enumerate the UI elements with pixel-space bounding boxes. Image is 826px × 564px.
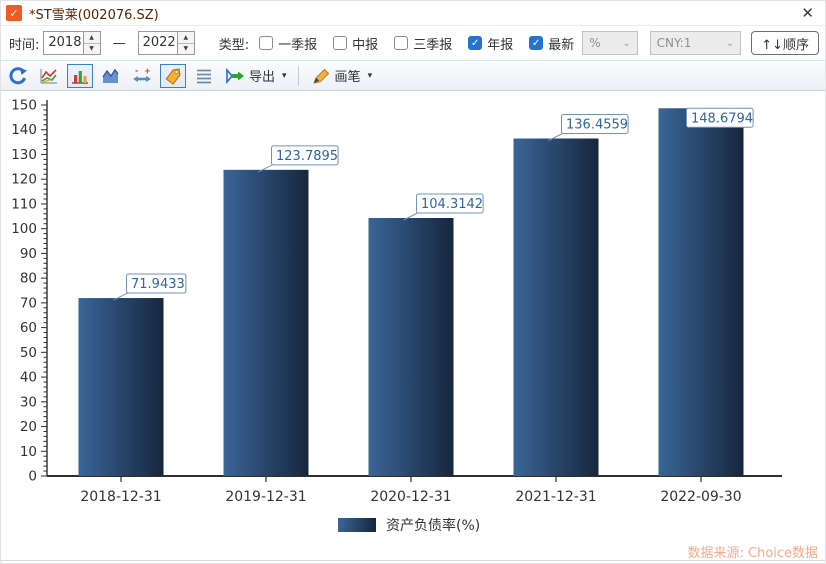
area-chart-icon[interactable]: [98, 64, 124, 88]
checkbox-checked-icon[interactable]: ✓: [529, 36, 544, 50]
value-label: 71.9433: [131, 277, 185, 292]
y-tick-label: 140: [11, 122, 37, 138]
value-label: 148.6794: [691, 111, 753, 126]
y-tick-label: 80: [20, 271, 37, 287]
line-chart-icon[interactable]: [36, 64, 62, 88]
sort-order-button[interactable]: ↑↓顺序: [751, 31, 820, 55]
checkbox-unchecked-icon[interactable]: [259, 36, 274, 50]
checkbox-checked-icon[interactable]: ✓: [468, 36, 483, 50]
chart-toolbar: - + 导出 ▾ 画笔 ▾: [1, 60, 825, 91]
export-label: 导出: [249, 70, 276, 85]
year-to-value: 2022: [142, 35, 176, 50]
year-from-value: 2018: [48, 35, 82, 50]
chevron-down-icon: ⌄: [622, 37, 631, 49]
series-checkbox-checked[interactable]: ✓: [6, 5, 22, 21]
currency-dropdown[interactable]: CNY:1 ⌄: [649, 31, 742, 55]
y-tick-label: 30: [20, 394, 37, 410]
report-type-checkbox-0[interactable]: 一季报: [259, 34, 317, 53]
spin-down-icon[interactable]: ▼: [177, 43, 194, 54]
bar-2020-12-31[interactable]: [368, 217, 454, 476]
y-tick-label: 100: [11, 221, 37, 237]
legend-swatch: [338, 518, 376, 532]
grid-rows-icon[interactable]: [191, 64, 217, 88]
chart-area: 0 10 20 30 40 50 60 70 80 90 100 110 120 130 140 150 201…: [1, 91, 825, 563]
toolbar-separator: [297, 65, 299, 86]
y-tick-label: 120: [11, 172, 37, 188]
brush-button[interactable]: 画笔 ▾: [308, 66, 375, 86]
y-tick-label: 150: [11, 98, 37, 114]
svg-text:-: -: [135, 66, 138, 75]
filter-bar: 时间: 2018 ▲ ▼ — 2022 ▲ ▼ 类型: 一季报 中报 三季报 ✓ 年报 ✓ 最新…: [1, 26, 825, 60]
financial-chart-window: ✓ *ST雪莱(002076.SZ) ✕ 时间: 2018 ▲ ▼ — 2022 …: [0, 0, 826, 564]
y-tick-label: 130: [11, 147, 37, 163]
bar-2021-12-31[interactable]: [513, 138, 599, 476]
spin-down-icon[interactable]: ▼: [83, 43, 100, 54]
scale-range-icon[interactable]: - +: [129, 64, 155, 88]
time-label: 时间:: [9, 37, 40, 53]
brush-pencil-icon: [312, 68, 329, 84]
bar-2019-12-31[interactable]: [223, 169, 309, 476]
range-dash: —: [112, 35, 126, 51]
report-type-checkbox-group: 一季报 中报 三季报 ✓ 年报 ✓ 最新: [259, 34, 574, 53]
report-type-label: 年报: [487, 37, 514, 53]
x-tick-label: 2022-09-30: [660, 489, 741, 505]
currency-dropdown-value: CNY:1: [656, 36, 692, 50]
title-bar: ✓ *ST雪莱(002076.SZ) ✕: [1, 1, 825, 26]
report-type-label: 一季报: [278, 37, 318, 53]
report-type-label: 中报: [352, 37, 379, 53]
legend-label: 资产负债率(%): [386, 517, 480, 534]
report-type-label: 三季报: [413, 37, 453, 53]
report-type-label: 最新: [548, 37, 575, 53]
refresh-icon[interactable]: [5, 64, 31, 88]
export-caret-icon[interactable]: ▾: [282, 71, 287, 81]
checkbox-unchecked-icon[interactable]: [394, 36, 409, 50]
data-label-tag-icon[interactable]: [160, 63, 186, 88]
spinner-arrows[interactable]: ▲ ▼: [82, 32, 100, 54]
report-type-checkbox-2[interactable]: 三季报: [394, 34, 452, 53]
y-tick-label: 50: [20, 345, 37, 361]
value-label: 123.7895: [276, 149, 338, 164]
x-tick-label: 2018-12-31: [80, 489, 161, 505]
report-type-checkbox-1[interactable]: 中报: [333, 34, 378, 53]
y-tick-label: 0: [28, 469, 37, 485]
spin-up-icon[interactable]: ▲: [83, 32, 100, 44]
report-type-checkbox-4[interactable]: ✓ 最新: [529, 34, 574, 53]
chevron-down-icon: ⌄: [725, 37, 735, 49]
export-button[interactable]: 导出 ▾: [222, 66, 289, 86]
y-tick-label: 110: [11, 196, 37, 212]
svg-text:+: +: [144, 66, 151, 75]
value-label: 104.3142: [421, 197, 483, 212]
bar-chart-canvas: 0 10 20 30 40 50 60 70 80 90 100 110 120 130 140 150 201…: [11, 98, 782, 534]
unit-dropdown-value: %: [589, 36, 601, 50]
y-tick-label: 70: [20, 295, 37, 311]
unit-dropdown[interactable]: % ⌄: [582, 31, 638, 55]
y-tick-label: 40: [20, 370, 37, 386]
type-label: 类型:: [218, 37, 250, 53]
spin-up-icon[interactable]: ▲: [177, 32, 194, 44]
report-type-checkbox-3[interactable]: ✓ 年报: [468, 34, 513, 53]
x-tick-label: 2020-12-31: [370, 489, 451, 505]
export-icon: [226, 67, 244, 84]
y-tick-label: 20: [20, 419, 37, 435]
y-tick-label: 10: [20, 444, 37, 460]
spinner-arrows[interactable]: ▲ ▼: [176, 32, 194, 54]
y-tick-label: 90: [20, 246, 37, 262]
x-tick-label: 2021-12-31: [515, 489, 596, 505]
bar-chart-icon[interactable]: [67, 63, 93, 88]
y-tick-label: 60: [20, 320, 37, 336]
x-tick-label: 2019-12-31: [225, 489, 306, 505]
bar-2018-12-31[interactable]: [78, 298, 164, 476]
bar-2022-09-30[interactable]: [658, 108, 744, 476]
checkbox-unchecked-icon[interactable]: [333, 36, 348, 50]
window-title: *ST雪莱(002076.SZ): [29, 7, 159, 23]
value-label: 136.4559: [566, 117, 628, 132]
close-icon[interactable]: ✕: [798, 5, 817, 22]
brush-label: 画笔: [334, 70, 361, 85]
year-from-spinner[interactable]: 2018 ▲ ▼: [43, 31, 101, 55]
brush-caret-icon[interactable]: ▾: [368, 71, 373, 81]
year-to-spinner[interactable]: 2022 ▲ ▼: [137, 31, 195, 55]
window-bottom-edge: [1, 560, 825, 561]
